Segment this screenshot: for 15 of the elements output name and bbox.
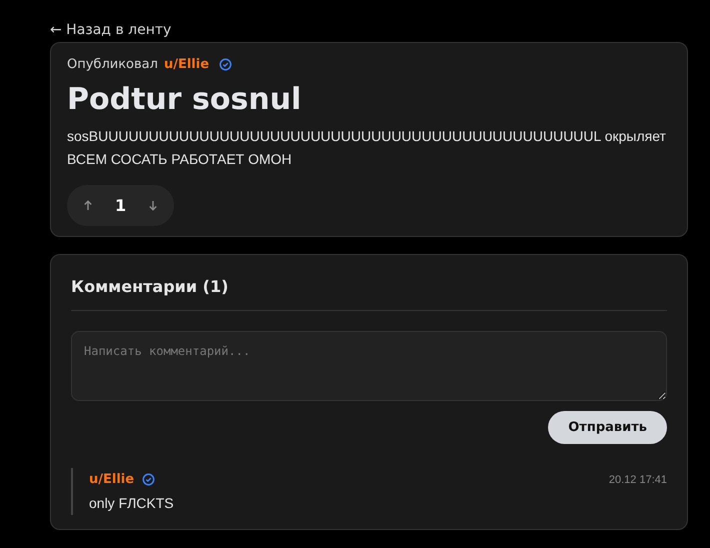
comment-author-link[interactable]: u/Ellie xyxy=(89,472,134,487)
comment-time: 20.12 17:41 xyxy=(608,474,667,486)
post-title: Podtur sosnul xyxy=(67,82,302,117)
downvote-icon[interactable] xyxy=(148,200,158,211)
author-link[interactable]: u/Ellie xyxy=(164,57,210,72)
upvote-icon[interactable] xyxy=(83,200,93,211)
comment-input-field[interactable]: Написать комментарий... xyxy=(71,331,667,401)
vote-score: 1 xyxy=(115,196,126,215)
comment-text: only FЛCKTS xyxy=(89,495,175,511)
published-by-label: Опубликовал xyxy=(67,57,158,72)
post-body-line: ВСЕМ СОСАТЬ РАБОТАЕТ ОМОН xyxy=(67,150,293,169)
back-link[interactable]: ← Назад в ленту xyxy=(50,22,172,38)
comments-heading: Комментарии (1) xyxy=(71,277,667,311)
submit-button[interactable]: Отправить xyxy=(548,411,667,444)
post-body-line: sosBUUUUUUUUUUUUUUUUUUUUUUUUUUUUUUUUUUUUUUUUUUUUUUUUUL окрыляет xyxy=(67,127,667,146)
